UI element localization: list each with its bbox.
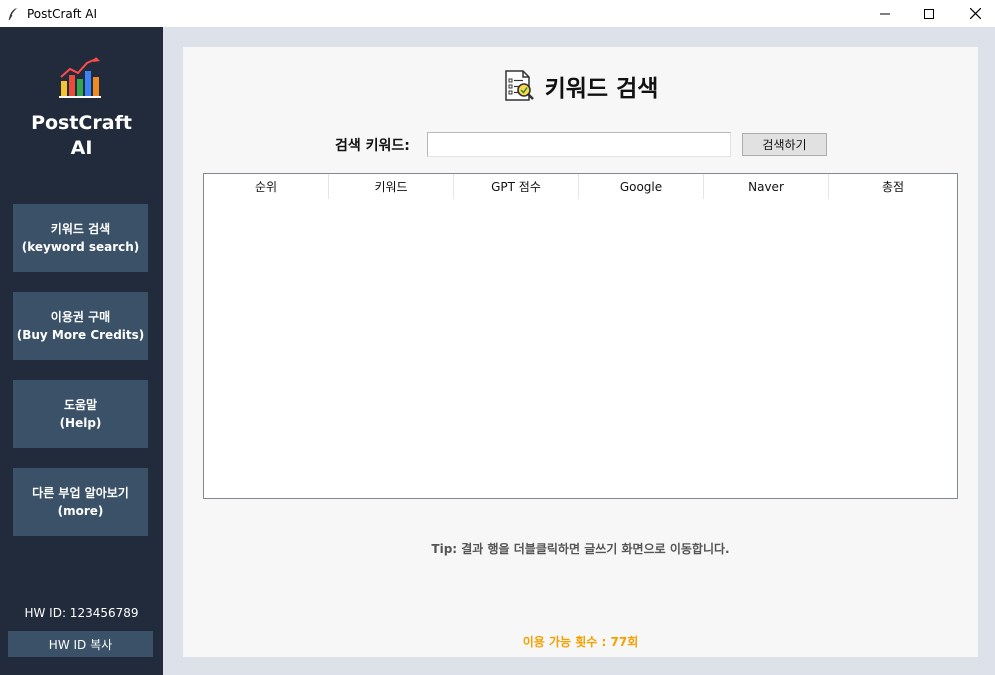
minimize-icon xyxy=(880,13,890,14)
column-header-google[interactable]: Google xyxy=(579,174,704,199)
tip-text: Tip: 결과 행을 더블클릭하면 글쓰기 화면으로 이동합니다. xyxy=(431,542,730,556)
nav-keyword-search-button[interactable]: 키워드 검색 (keyword search) xyxy=(13,204,148,272)
close-icon xyxy=(969,8,981,19)
nav-more-button[interactable]: 다른 부업 알아보기 (more) xyxy=(13,468,148,536)
main-panel: 키워드 검색 검색 키워드: 검색하기 순위 키워드 GPT 점수 Google… xyxy=(183,47,978,657)
search-button[interactable]: 검색하기 xyxy=(742,133,827,156)
search-input[interactable] xyxy=(427,132,731,157)
bar-chart-trend-icon xyxy=(59,57,101,98)
maximize-button[interactable] xyxy=(906,0,952,27)
hwid-label: HW ID: 123456789 xyxy=(24,606,139,620)
column-header-keyword[interactable]: 키워드 xyxy=(329,174,454,199)
document-search-icon xyxy=(504,70,534,101)
credits-remaining: 이용 가능 횟수 : 77회 xyxy=(522,635,639,649)
brand-line-2: AI xyxy=(70,137,93,159)
column-header-total[interactable]: 총점 xyxy=(829,174,957,199)
feather-icon xyxy=(8,7,17,20)
column-header-gpt-score[interactable]: GPT 점수 xyxy=(454,174,579,199)
brand-name: PostCraft AI xyxy=(0,111,163,161)
nav-label: 다른 부업 알아보기 xyxy=(32,486,129,500)
nav-buy-credits-button[interactable]: 이용권 구매 (Buy More Credits) xyxy=(13,292,148,360)
page-heading: 키워드 검색 xyxy=(183,69,978,103)
window-title: PostCraft AI xyxy=(27,6,98,21)
brand-line-1: PostCraft xyxy=(31,112,132,134)
table-header: 순위 키워드 GPT 점수 Google Naver 총점 xyxy=(204,174,957,199)
nav-label: 키워드 검색 xyxy=(50,222,111,236)
nav-sublabel: (Buy More Credits) xyxy=(16,328,145,342)
nav-help-button[interactable]: 도움말 (Help) xyxy=(13,380,148,448)
nav-sublabel: (more) xyxy=(57,504,104,518)
minimize-button[interactable] xyxy=(862,0,908,27)
search-label: 검색 키워드: xyxy=(335,138,410,154)
nav-label: 도움말 xyxy=(63,398,98,412)
column-header-rank[interactable]: 순위 xyxy=(204,174,329,199)
nav-label: 이용권 구매 xyxy=(50,310,111,324)
maximize-icon xyxy=(924,8,934,19)
sidebar: PostCraft AI 키워드 검색 (keyword search) 이용권… xyxy=(0,27,163,675)
results-table[interactable]: 순위 키워드 GPT 점수 Google Naver 총점 xyxy=(203,173,958,499)
title-bar: PostCraft AI xyxy=(0,0,995,27)
nav-sublabel: (Help) xyxy=(59,416,102,430)
nav-sublabel: (keyword search) xyxy=(21,240,140,254)
close-button[interactable] xyxy=(952,0,995,27)
column-header-naver[interactable]: Naver xyxy=(704,174,829,199)
hwid-copy-button[interactable]: HW ID 복사 xyxy=(8,631,153,657)
page-title: 키워드 검색 xyxy=(544,76,659,102)
